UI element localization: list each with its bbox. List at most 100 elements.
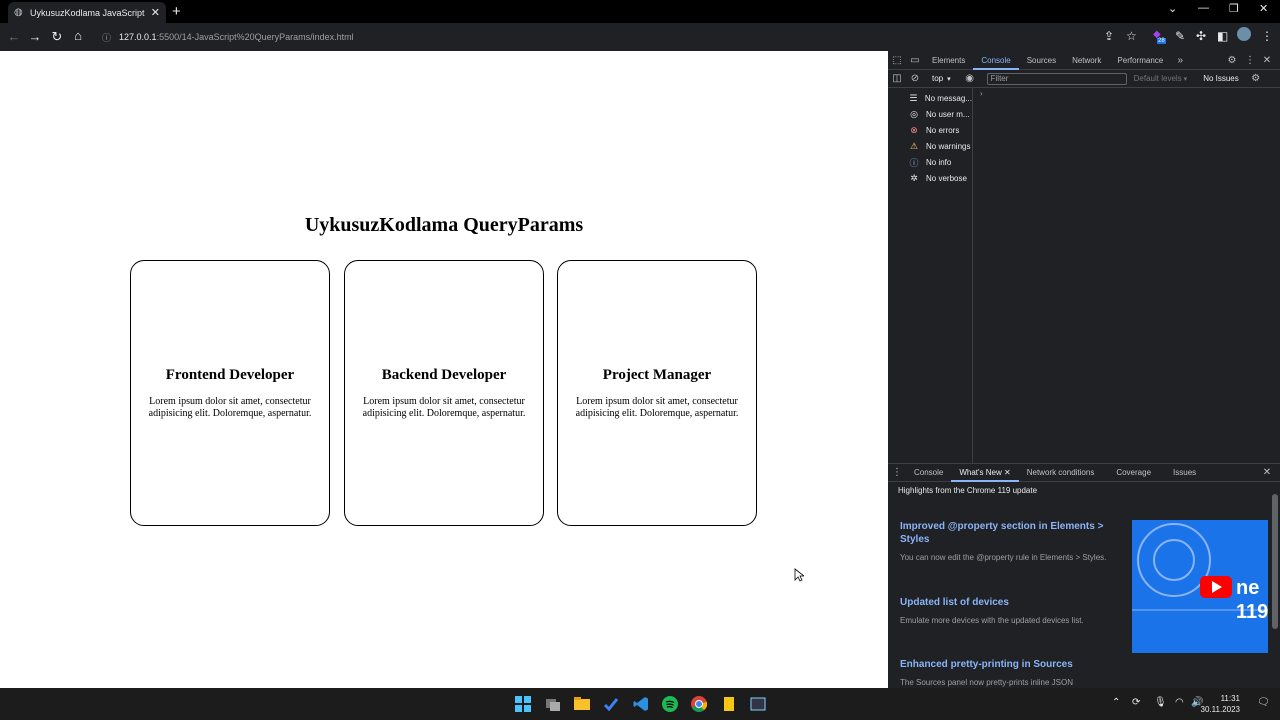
tab-whats-new[interactable]: What's New ✕ <box>951 464 1019 482</box>
sidebar-item-warnings[interactable]: ⚠ No warnings <box>888 138 972 154</box>
close-icon[interactable]: ✕ <box>1258 55 1276 66</box>
eye-icon[interactable]: ◉ <box>961 73 979 84</box>
taskbar: ⌃ ⟳ 🎙 ◠ 🔊 11:31 30.11.2023 🗨 <box>0 688 1280 720</box>
task-view-icon[interactable] <box>545 696 561 712</box>
card-text: Lorem ipsum dolor sit amet, consectetur … <box>575 396 739 419</box>
back-icon[interactable]: ← <box>3 29 25 44</box>
spotify-icon[interactable] <box>662 696 678 712</box>
log-levels-select[interactable]: Default levels <box>1134 74 1182 83</box>
whats-new-link[interactable]: Improved @property section in Elements >… <box>900 520 1110 546</box>
chevron-up-icon[interactable]: ⌃ <box>1112 697 1120 708</box>
sidebar-item-verbose[interactable]: ✲ No verbose <box>888 170 972 186</box>
card-title: Project Manager <box>602 367 712 383</box>
clock-time: 11:31 <box>1220 694 1240 703</box>
close-tab-icon[interactable]: ✕ <box>151 6 160 19</box>
info-icon: ⓘ <box>909 157 919 168</box>
tab-drawer-console[interactable]: Console <box>906 464 951 482</box>
device-toolbar-icon[interactable]: ▭ <box>906 55 924 66</box>
page-viewport: UykusuzKodlama QueryParams Frontend Deve… <box>0 51 888 688</box>
whats-new-link[interactable]: Updated list of devices <box>900 596 1110 609</box>
wifi-icon[interactable]: ◠ <box>1175 697 1184 708</box>
globe-icon: ◍ <box>14 6 23 18</box>
console-toolbar: ◫ ⊘ top ▾ ◉ Filter Default levels ▾ No I… <box>888 70 1280 88</box>
sidebar-item-label: No messag... <box>924 93 972 103</box>
more-tabs-icon[interactable]: » <box>1171 55 1189 66</box>
close-tab-icon[interactable]: ✕ <box>1004 468 1011 477</box>
kebab-menu-icon[interactable]: ⋮ <box>1261 29 1273 43</box>
filter-input[interactable]: Filter <box>986 72 1127 85</box>
sidebar-item-info[interactable]: ⓘ No info <box>888 154 972 170</box>
card-title: Frontend Developer <box>165 367 295 383</box>
new-tab-button[interactable]: + <box>172 3 181 20</box>
todo-icon[interactable] <box>603 696 619 712</box>
home-icon[interactable]: ⌂ <box>67 28 89 43</box>
drawer-tabs: ⋮ Console What's New ✕ Network condition… <box>888 464 1280 482</box>
clock-date: 30.11.2023 <box>1200 705 1240 714</box>
devtools-panel: ⬚ ▭ Elements Console Sources Network Per… <box>888 51 1280 688</box>
tab-network[interactable]: Network <box>1064 51 1109 70</box>
clear-console-icon[interactable]: ⊘ <box>906 73 924 84</box>
tab-sources[interactable]: Sources <box>1019 51 1064 70</box>
caret-down-icon: ▾ <box>947 75 951 83</box>
whats-new-item: Improved @property section in Elements >… <box>900 520 1110 564</box>
sidebar-toggle-icon[interactable]: ◫ <box>888 73 906 84</box>
forward-icon[interactable]: → <box>24 29 46 44</box>
whats-new-link[interactable]: Enhanced pretty-printing in Sources <box>900 658 1110 671</box>
share-icon[interactable]: ⇪ <box>1104 29 1114 43</box>
notes-icon[interactable] <box>721 696 737 712</box>
sync-icon[interactable]: ⟳ <box>1132 697 1140 708</box>
kebab-menu-icon[interactable]: ⋮ <box>1241 55 1259 66</box>
drawer-scrollbar[interactable] <box>1272 494 1278 629</box>
kebab-menu-icon[interactable]: ⋮ <box>888 467 906 478</box>
vscode-icon[interactable] <box>633 696 649 712</box>
video-thumbnail[interactable]: ne 119 <box>1132 520 1268 653</box>
whats-new-item: Enhanced pretty-printing in Sources The … <box>900 658 1110 689</box>
file-explorer-icon[interactable] <box>574 696 590 712</box>
pen-icon[interactable]: ✎ <box>1175 29 1185 43</box>
close-drawer-icon[interactable]: ✕ <box>1258 467 1276 478</box>
error-icon: ⊗ <box>910 124 918 135</box>
star-icon[interactable]: ☆ <box>1126 29 1137 43</box>
card-backend: Backend Developer Lorem ipsum dolor sit … <box>344 260 544 526</box>
inspect-icon[interactable]: ⬚ <box>888 55 906 66</box>
tab-console[interactable]: Console <box>973 51 1019 70</box>
restore-button[interactable]: ❐ <box>1229 2 1239 15</box>
tab-issues[interactable]: Issues <box>1165 464 1204 482</box>
sidebar-item-messages[interactable]: ☰ No messag... <box>888 90 972 106</box>
sidebar-item-user-messages[interactable]: ◎ No user m... <box>888 106 972 122</box>
browser-tab-strip: ◍ UykusuzKodlama JavaScript Qu ✕ + ⌄ — ❐… <box>0 0 1280 23</box>
url-path: :5500/14-JavaScript%20QueryParams/index.… <box>156 32 354 42</box>
tab-elements[interactable]: Elements <box>924 51 973 70</box>
site-info-icon[interactable]: ⓘ <box>102 31 111 44</box>
browser-tab[interactable]: ◍ UykusuzKodlama JavaScript Qu ✕ <box>8 2 166 23</box>
context-select[interactable]: top <box>932 74 943 83</box>
tab-performance[interactable]: Performance <box>1109 51 1171 70</box>
minimize-button[interactable]: — <box>1198 2 1209 14</box>
notification-icon[interactable]: 🗨 <box>1257 697 1270 708</box>
card-project-manager: Project Manager Lorem ipsum dolor sit am… <box>557 260 757 526</box>
tab-network-conditions[interactable]: Network conditions <box>1019 464 1103 482</box>
issues-counter[interactable]: No Issues <box>1203 74 1239 83</box>
sidebar-item-label: No user m... <box>926 109 970 119</box>
gear-icon[interactable]: ⚙ <box>1247 73 1265 84</box>
avatar[interactable] <box>1237 27 1251 41</box>
system-clock[interactable]: 11:31 30.11.2023 <box>1201 693 1240 715</box>
snipping-tool-icon[interactable] <box>750 696 766 712</box>
reload-icon[interactable]: ↻ <box>46 29 68 45</box>
gear-icon[interactable]: ⚙ <box>1223 55 1241 66</box>
sidebar-item-label: No info <box>926 157 952 167</box>
console-prompt-icon: › <box>980 89 983 98</box>
microphone-icon[interactable]: 🎙 <box>1154 697 1167 708</box>
caret-down-icon: ▾ <box>1183 75 1188 83</box>
close-window-button[interactable]: ✕ <box>1259 2 1268 15</box>
side-panel-icon[interactable]: ◧ <box>1217 29 1228 43</box>
puzzle-icon[interactable]: ✣ <box>1196 29 1206 43</box>
extension-badge: 28 <box>1157 38 1166 44</box>
browser-toolbar: ← → ↻ ⌂ ⓘ 127.0.0.1:5500/14-JavaScript%2… <box>0 23 1280 51</box>
chrome-icon[interactable] <box>691 696 707 712</box>
chevron-down-icon[interactable]: ⌄ <box>1168 2 1177 15</box>
tab-coverage[interactable]: Coverage <box>1108 464 1159 482</box>
sidebar-item-errors[interactable]: ⊗ No errors <box>888 122 972 138</box>
windows-start-icon[interactable] <box>515 696 531 712</box>
address-bar[interactable]: ⓘ 127.0.0.1:5500/14-JavaScript%20QueryPa… <box>94 25 1144 49</box>
